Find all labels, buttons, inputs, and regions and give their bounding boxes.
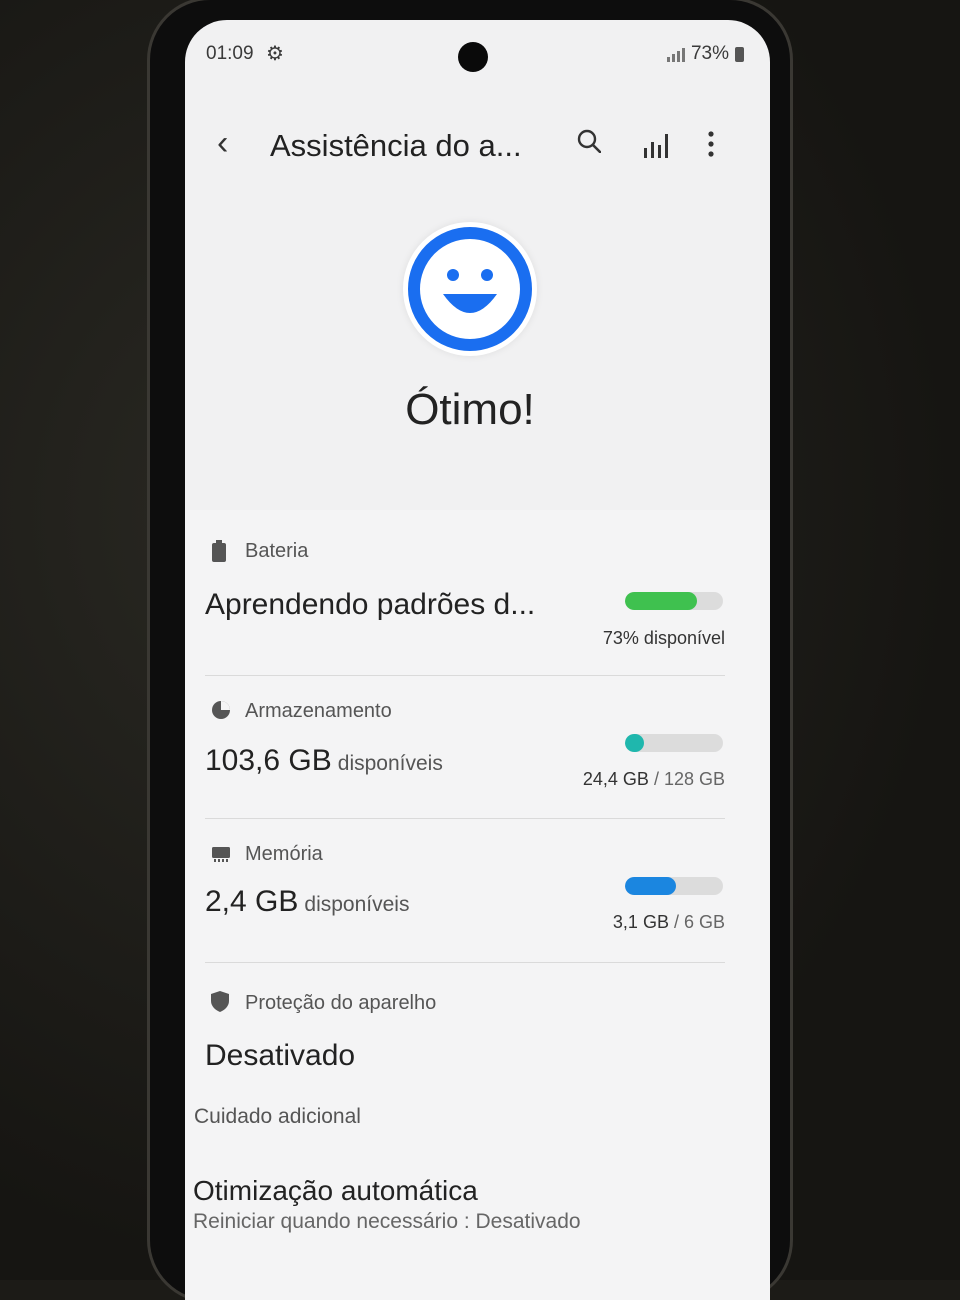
memory-bar	[625, 877, 723, 895]
battery-bar-fill	[625, 592, 697, 610]
phone-screen: 01:09 ⚙ 73% ‹ Assistência do a... Ótimo!…	[185, 20, 770, 1300]
smiley-icon	[403, 222, 537, 356]
storage-label: Armazenamento	[245, 700, 392, 722]
battery-icon	[735, 46, 744, 62]
more-options-icon[interactable]	[705, 128, 717, 160]
battery-label: Bateria	[245, 540, 309, 562]
back-icon[interactable]: ‹	[217, 126, 228, 160]
battery-percent: 73%	[690, 43, 729, 64]
memory-chip-icon	[212, 847, 230, 862]
storage-total: / 128 GB	[653, 769, 725, 789]
memory-unit: disponíveis	[304, 893, 410, 916]
storage-used: 24,4 GB	[582, 769, 649, 789]
status-bar: 01:09 ⚙ 73%	[185, 38, 770, 74]
shield-icon	[211, 991, 229, 1012]
battery-value: Aprendendo padrões d...	[205, 588, 536, 621]
memory-available: 2,4 GB	[205, 885, 299, 918]
storage-detail: 24,4 GB / 128 GB	[583, 769, 725, 790]
status-right: 73%	[666, 43, 744, 65]
storage-bar-fill	[625, 734, 644, 752]
storage-bar	[625, 734, 723, 752]
gear-icon: ⚙	[266, 43, 284, 65]
memory-label: Memória	[245, 843, 323, 865]
battery-bar	[625, 592, 723, 610]
memory-bar-fill	[625, 877, 676, 895]
memory-detail: 3,1 GB / 6 GB	[613, 912, 725, 933]
auto-optimization-subtitle: Reiniciar quando necessário : Desativado	[193, 1210, 581, 1233]
storage-unit: disponíveis	[337, 752, 443, 775]
battery-row[interactable]: Bateria Aprendendo padrões d... 73% disp…	[185, 510, 770, 665]
memory-value: 2,4 GB disponíveis	[205, 885, 409, 919]
storage-pie-icon	[212, 701, 230, 719]
extra-care-title: Cuidado adicional	[194, 1105, 361, 1128]
overall-status: Ótimo!	[405, 385, 535, 434]
app-bar: ‹ Assistência do a...	[185, 120, 770, 168]
memory-total: / 6 GB	[673, 912, 725, 932]
auto-optimization-title: Otimização automática	[193, 1175, 478, 1206]
protection-row[interactable]: Proteção do aparelho Desativado	[185, 963, 770, 1073]
storage-available: 103,6 GB	[205, 744, 332, 777]
status-time: 01:09	[206, 43, 254, 64]
storage-value: 103,6 GB disponíveis	[205, 744, 443, 778]
battery-detail: 73% disponível	[602, 628, 725, 648]
storage-row[interactable]: Armazenamento 103,6 GB disponíveis 24,4 G…	[185, 676, 770, 816]
page-title: Assistência do a...	[270, 128, 522, 163]
battery-icon	[212, 540, 226, 562]
memory-used: 3,1 GB	[612, 912, 669, 932]
signal-icon	[666, 46, 685, 62]
memory-row[interactable]: Memória 2,4 GB disponíveis 3,1 GB / 6 GB	[185, 819, 770, 959]
search-icon[interactable]	[577, 129, 601, 153]
stats-icon[interactable]	[642, 130, 670, 160]
protection-label: Proteção do aparelho	[245, 992, 437, 1014]
protection-value: Desativado	[205, 1039, 356, 1072]
